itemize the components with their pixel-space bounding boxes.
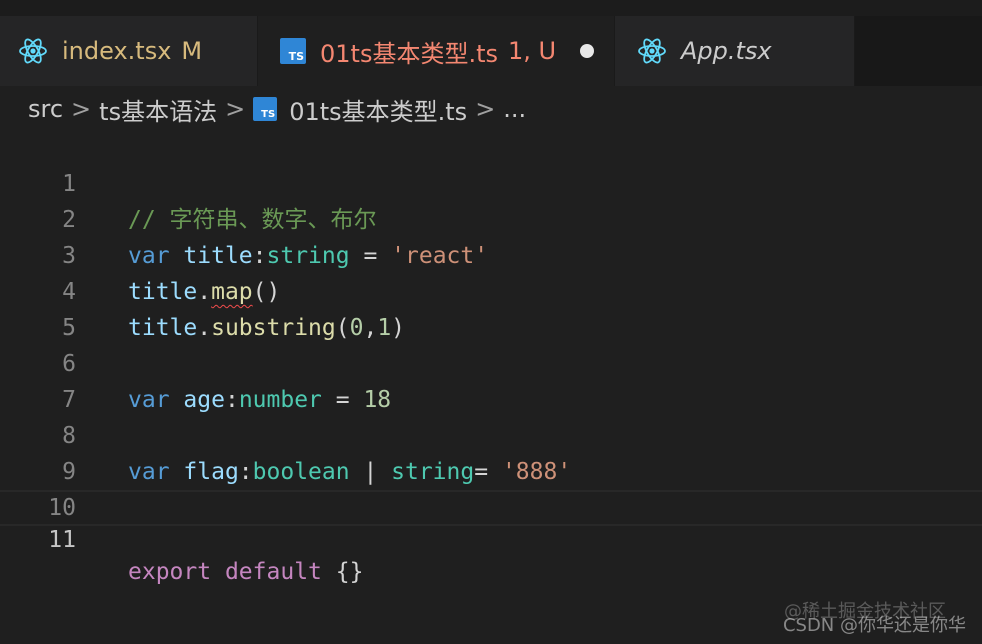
git-status-badge: M <box>181 37 203 65</box>
code-line[interactable]: 3 title.map() <box>0 202 982 305</box>
line-number: 11 <box>48 527 76 553</box>
code-line[interactable]: 4 title.substring(0,1) <box>0 238 982 341</box>
code-line[interactable]: 6 var age:number = 18 <box>0 310 982 413</box>
breadcrumb-file[interactable]: 01ts基本类型.ts <box>289 92 467 127</box>
code-line[interactable]: 2 var title:string = 'react' <box>0 166 982 269</box>
breadcrumb-folder-ts-syntax[interactable]: ts基本语法 <box>99 92 217 127</box>
tab-label: 01ts基本类型.ts <box>320 39 498 68</box>
unsaved-dot-icon[interactable] <box>580 44 595 58</box>
breadcrumb-folder-src[interactable]: src <box>28 95 63 123</box>
tab-index-tsx[interactable]: index.tsx M <box>0 16 258 86</box>
tab-label: App.tsx <box>681 37 772 65</box>
tab-bar: index.tsx M TS 01ts基本类型.ts 1, U App.tsx <box>0 16 982 86</box>
watermark-csdn: CSDN @你华还是你华 <box>782 615 966 636</box>
breadcrumb: src > ts基本语法 > TS 01ts基本类型.ts > ... <box>28 92 526 126</box>
keyword-token: default <box>224 559 322 585</box>
code-line[interactable]: 9 <box>0 418 982 485</box>
tab-app-tsx[interactable]: App.tsx <box>615 16 855 86</box>
chevron-right-icon: > <box>71 95 92 123</box>
typescript-file-icon: TS <box>280 38 306 64</box>
code-line[interactable]: 1 // 字符串、数字、布尔 <box>0 130 982 233</box>
editor-window: index.tsx M TS 01ts基本类型.ts 1, U App.tsx … <box>0 0 982 644</box>
code-line[interactable]: 7 <box>0 346 982 413</box>
keyword-token: export <box>128 559 212 585</box>
code-line-current[interactable]: 11 export default {} <box>0 490 982 585</box>
code-line[interactable]: 5 <box>0 274 982 341</box>
problem-status-badge: 1, U <box>508 37 557 65</box>
react-icon <box>638 38 666 64</box>
breadcrumb-symbols[interactable]: ... <box>503 95 526 123</box>
braces-token: {} <box>335 559 364 585</box>
watermark: @稀土掘金技术社区 CSDN @你华还是你华 <box>782 602 966 636</box>
react-icon <box>19 38 47 64</box>
chevron-right-icon: > <box>225 95 246 123</box>
tab-label: index.tsx <box>62 37 172 65</box>
code-line[interactable]: 10 <box>0 454 982 521</box>
chevron-right-icon: > <box>475 95 496 123</box>
tab-01ts-basic-types[interactable]: TS 01ts基本类型.ts 1, U <box>258 16 615 86</box>
typescript-file-icon: TS <box>253 97 278 121</box>
code-line[interactable]: 8 var flag:boolean | string= '888' <box>0 382 982 485</box>
title-bar <box>0 0 982 16</box>
code-editor[interactable]: 1 // 字符串、数字、布尔 2 var title:string = 'rea… <box>0 130 982 644</box>
